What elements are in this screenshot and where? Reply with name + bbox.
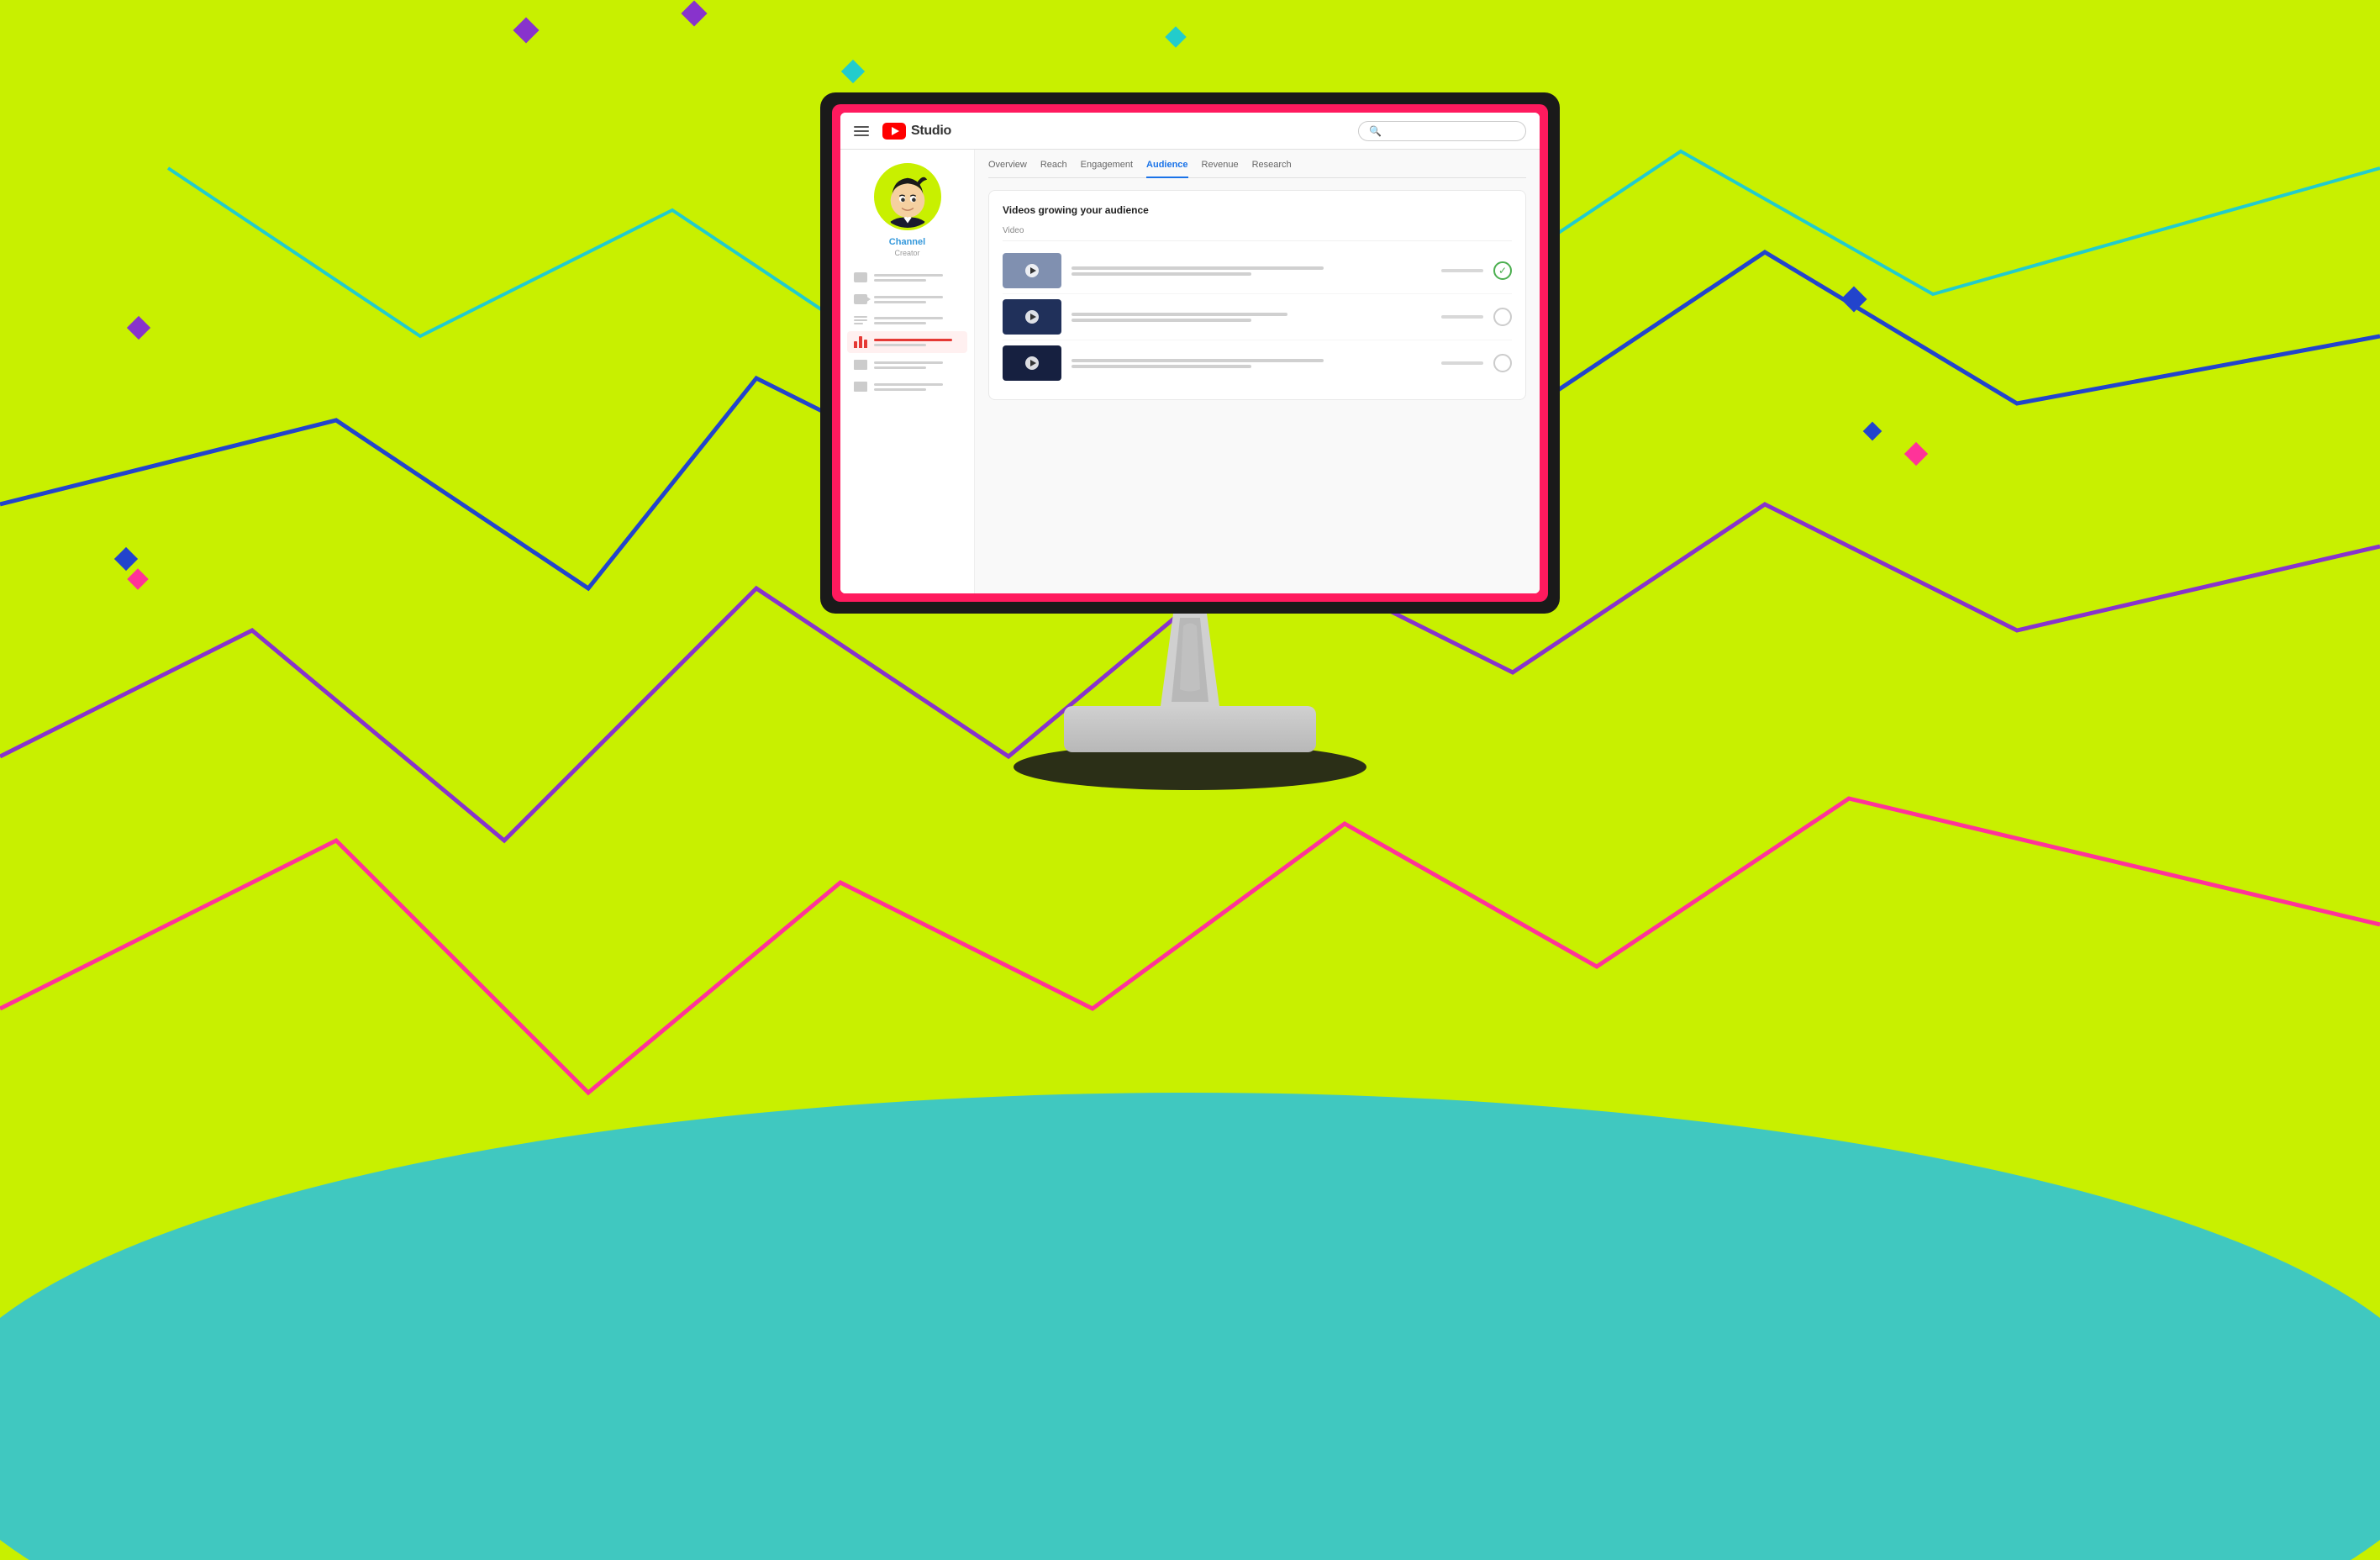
play-button-3[interactable] (1025, 356, 1039, 370)
video-bar-2a (1072, 313, 1287, 316)
sidebar-nav (840, 267, 974, 398)
video-thumb-2[interactable] (1003, 299, 1061, 335)
studio-header: Studio 🔍 (840, 113, 1540, 150)
sidebar-item-analytics[interactable] (847, 331, 967, 353)
sidebar-item-3[interactable] (847, 311, 967, 329)
video-meta-3 (1072, 359, 1431, 368)
analytics-tabs: Overview Reach Engagement Audience Reven… (988, 160, 1526, 178)
channel-name: Channel (889, 237, 925, 247)
monitor-base (1064, 706, 1316, 752)
table-header: Video (1003, 226, 1512, 241)
monitor-frame: Studio 🔍 (832, 104, 1548, 602)
avatar (874, 163, 941, 230)
sidebar-item-1-lines (874, 274, 961, 282)
monitor-screen: Studio 🔍 (840, 113, 1540, 593)
video-stat-3 (1441, 361, 1483, 365)
monitor-bezel: Studio 🔍 (820, 92, 1560, 614)
sidebar-item-6-lines (874, 383, 961, 391)
grid-icon (854, 272, 867, 282)
tab-overview[interactable]: Overview (988, 160, 1027, 178)
channel-role: Creator (894, 249, 919, 257)
video-bar-2b (1072, 319, 1251, 322)
play-button-2[interactable] (1025, 310, 1039, 324)
image-icon (854, 360, 867, 370)
video-meta-1 (1072, 266, 1431, 276)
tab-reach[interactable]: Reach (1040, 160, 1067, 178)
video-bar-1a (1072, 266, 1324, 270)
monitor-neck-svg (1131, 614, 1249, 706)
youtube-icon (882, 123, 906, 140)
video-thumb-3[interactable] (1003, 345, 1061, 381)
list-icon (854, 316, 867, 324)
sidebar-item-1[interactable] (847, 267, 967, 287)
video-row-1: ✓ (1003, 248, 1512, 294)
chart-icon (854, 336, 867, 348)
video-stat-2 (1441, 315, 1483, 319)
search-icon: 🔍 (1369, 125, 1382, 137)
sidebar-item-5[interactable] (847, 355, 967, 375)
studio-title: Studio (911, 124, 951, 139)
sidebar-item-6[interactable] (847, 377, 967, 397)
youtube-logo: Studio (882, 123, 951, 140)
video-thumb-1[interactable] (1003, 253, 1061, 288)
avatar-image (877, 163, 939, 230)
videos-card: Videos growing your audience Video (988, 190, 1526, 400)
search-bar[interactable]: 🔍 (1358, 121, 1526, 141)
video-row-2 (1003, 294, 1512, 340)
sidebar-item-2[interactable] (847, 289, 967, 309)
sidebar-item-5-lines (874, 361, 961, 369)
monitor-wrapper: Studio 🔍 (820, 92, 1560, 790)
sidebar-item-analytics-lines (874, 339, 961, 346)
tab-research[interactable]: Research (1252, 160, 1292, 178)
play-button-1[interactable] (1025, 264, 1039, 277)
checkmark-icon: ✓ (1498, 266, 1507, 276)
video-bar-1b (1072, 272, 1251, 276)
video-row-3 (1003, 340, 1512, 386)
hamburger-menu-icon[interactable] (854, 126, 869, 136)
tab-audience[interactable]: Audience (1146, 160, 1188, 178)
main-content: Overview Reach Engagement Audience Reven… (975, 150, 1540, 593)
play-triangle-icon-3 (1030, 360, 1036, 366)
sidebar-item-3-lines (874, 317, 961, 324)
video-bar-3b (1072, 365, 1251, 368)
video-stat-1 (1441, 269, 1483, 272)
video-icon (854, 294, 867, 304)
sidebar-item-2-lines (874, 296, 961, 303)
tab-revenue[interactable]: Revenue (1202, 160, 1239, 178)
tab-engagement[interactable]: Engagement (1081, 160, 1133, 178)
studio-body: Channel Creator (840, 150, 1540, 593)
sidebar: Channel Creator (840, 150, 975, 593)
card-title: Videos growing your audience (1003, 204, 1512, 216)
monitor-neck-wrapper (1131, 614, 1249, 706)
video-bar-3a (1072, 359, 1324, 362)
play-triangle-icon-2 (1030, 314, 1036, 320)
video-meta-2 (1072, 313, 1431, 322)
video-circle-3 (1493, 354, 1512, 372)
play-triangle-icon (1030, 267, 1036, 274)
image2-icon (854, 382, 867, 392)
video-check-1: ✓ (1493, 261, 1512, 280)
video-circle-2 (1493, 308, 1512, 326)
